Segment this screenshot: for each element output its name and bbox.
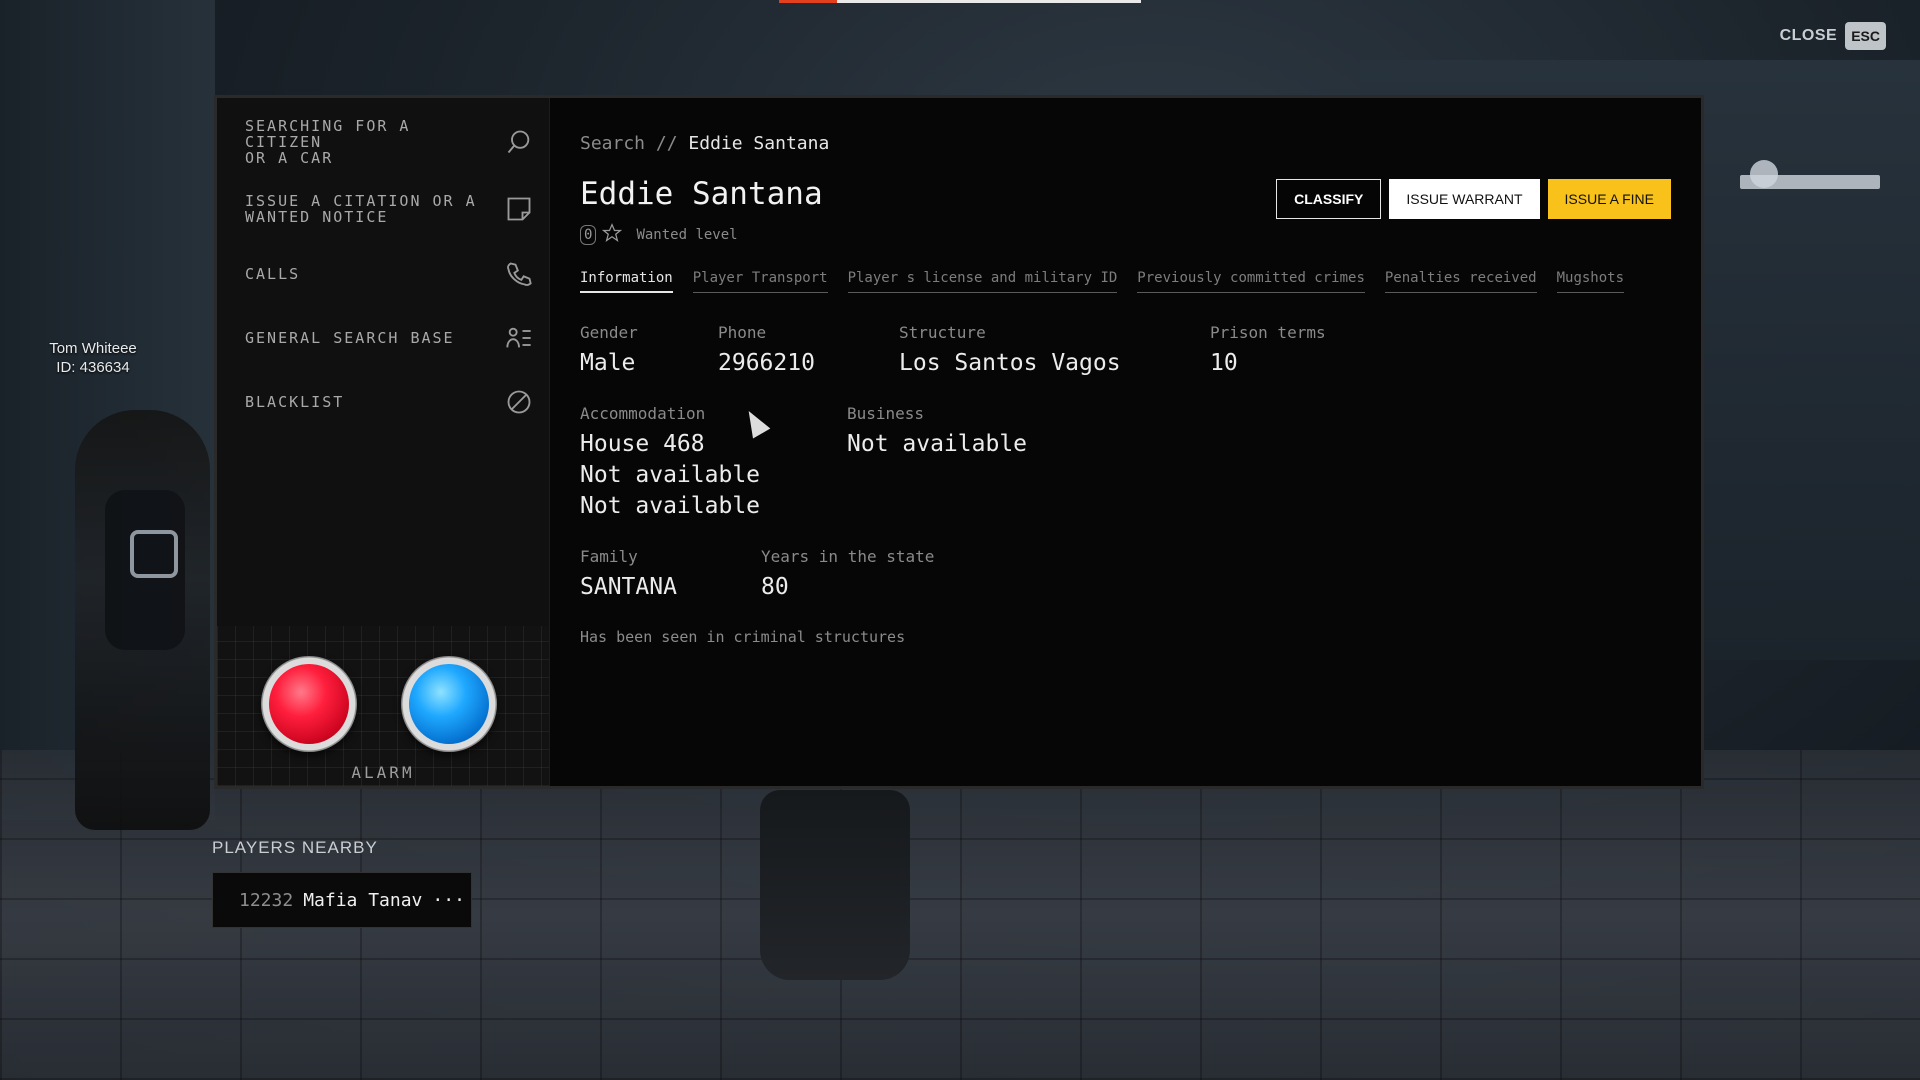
nearby-player-id: 12232 xyxy=(239,889,294,911)
field-value: House 468 xyxy=(580,431,705,457)
close-label[interactable]: CLOSE xyxy=(1780,27,1838,45)
block-icon xyxy=(503,386,535,418)
field-value: 80 xyxy=(761,574,789,600)
sidebar-item-search[interactable]: SEARCHING FOR A CITIZEN OR A CAR xyxy=(245,118,535,166)
sidebar-item-label: GENERAL SEARCH BASE xyxy=(245,329,455,347)
tab-mugshots[interactable]: Mugshots xyxy=(1556,270,1625,293)
star-icon xyxy=(602,223,623,247)
more-options-icon[interactable]: ··· xyxy=(432,890,465,911)
note-icon xyxy=(503,193,535,225)
breadcrumb-separator: // xyxy=(655,133,678,154)
background-light xyxy=(1750,160,1778,188)
field-value: Male xyxy=(580,350,636,376)
close-control[interactable]: CLOSE ESC xyxy=(1780,22,1886,50)
field-accommodation: Accommodation House 468 Not available No… xyxy=(580,404,760,522)
citizen-name: Eddie Santana xyxy=(580,176,823,212)
top-progress-fill xyxy=(779,0,837,3)
wanted-level-label: Wanted level xyxy=(636,227,738,243)
players-nearby-title: PLAYERS NEARBY xyxy=(212,838,378,857)
field-value: SANTANA xyxy=(580,574,677,600)
tab-license-military-id[interactable]: Player s license and military ID xyxy=(847,270,1118,293)
alarm-blue-button[interactable] xyxy=(401,656,497,752)
field-label: Years in the state xyxy=(761,547,935,566)
field-value: Not available xyxy=(847,431,1028,457)
field-label: Accommodation xyxy=(580,404,706,423)
field-value: Not available xyxy=(580,493,761,519)
sidebar-item-citation[interactable]: ISSUE A CITATION OR A WANTED NOTICE xyxy=(245,193,535,225)
sidebar-item-general-search[interactable]: GENERAL SEARCH BASE xyxy=(245,322,535,354)
alarm-panel: ALARM xyxy=(217,626,549,786)
action-buttons: CLASSIFY ISSUE WARRANT ISSUE A FINE xyxy=(1276,179,1671,219)
tab-player-transport[interactable]: Player Transport xyxy=(692,270,828,293)
esc-key-badge[interactable]: ESC xyxy=(1845,22,1886,50)
tab-penalties[interactable]: Penalties received xyxy=(1384,270,1537,293)
criminal-note: Has been seen in criminal structures xyxy=(580,628,906,646)
field-structure: Structure Los Santos Vagos xyxy=(899,323,1121,379)
breadcrumb-root[interactable]: Search xyxy=(580,133,645,154)
player-nametag: Tom Whiteee ID: 436634 xyxy=(40,339,146,377)
nearby-player-name: Mafia Tanav xyxy=(303,889,423,911)
classify-button[interactable]: CLASSIFY xyxy=(1276,179,1382,219)
player-character-legs xyxy=(760,790,910,980)
citizen-details: Search // Eddie Santana Eddie Santana 0 … xyxy=(550,98,1701,786)
alarm-red-button[interactable] xyxy=(261,656,357,752)
sidebar-item-label: ISSUE A CITATION OR A WANTED NOTICE xyxy=(245,192,477,226)
field-label: Family xyxy=(580,547,638,566)
field-label: Business xyxy=(847,404,925,423)
tab-previous-crimes[interactable]: Previously committed crimes xyxy=(1137,270,1365,293)
issue-fine-button[interactable]: ISSUE A FINE xyxy=(1547,179,1671,219)
field-family: Family SANTANA xyxy=(580,547,677,603)
details-tabs: Information Player Transport Player s li… xyxy=(580,270,1625,293)
field-gender: Gender Male xyxy=(580,323,638,379)
sidebar-item-label: BLACKLIST xyxy=(245,393,345,411)
player-character xyxy=(75,410,210,830)
field-label: Gender xyxy=(580,323,638,342)
field-years-in-state: Years in the state 80 xyxy=(761,547,934,603)
sidebar-item-label: CALLS xyxy=(245,265,301,283)
player-nametag-name: Tom Whiteee xyxy=(49,340,137,357)
field-phone: Phone 2966210 xyxy=(718,323,815,379)
sidebar-item-label: SEARCHING FOR A CITIZEN OR A CAR xyxy=(245,117,411,167)
sidebar-item-blacklist[interactable]: BLACKLIST xyxy=(245,386,535,418)
breadcrumb: Search // Eddie Santana xyxy=(580,133,829,154)
alarm-label: ALARM xyxy=(351,763,415,782)
wanted-level: 0 Wanted level xyxy=(580,223,738,247)
phone-icon xyxy=(503,258,535,290)
nearby-player-card[interactable]: 12232 Mafia Tanav ··· xyxy=(212,872,472,928)
sidebar-item-calls[interactable]: CALLS xyxy=(245,258,535,290)
player-nametag-id: ID: 436634 xyxy=(56,359,130,376)
field-value: Los Santos Vagos xyxy=(899,350,1121,376)
field-label: Phone xyxy=(718,323,767,342)
field-label: Structure xyxy=(899,323,986,342)
field-business: Business Not available xyxy=(847,404,1027,460)
field-value: 10 xyxy=(1210,350,1238,376)
field-label: Prison terms xyxy=(1210,323,1326,342)
police-database-panel: SEARCHING FOR A CITIZEN OR A CAR ISSUE A… xyxy=(214,95,1704,789)
field-prison-terms: Prison terms 10 xyxy=(1210,323,1326,379)
sidebar: SEARCHING FOR A CITIZEN OR A CAR ISSUE A… xyxy=(217,98,550,786)
issue-warrant-button[interactable]: ISSUE WARRANT xyxy=(1389,179,1540,219)
field-value: Not available xyxy=(580,462,761,488)
breadcrumb-current: Eddie Santana xyxy=(688,133,830,154)
search-icon xyxy=(503,126,535,158)
field-value: 2966210 xyxy=(718,350,815,376)
user-list-icon xyxy=(503,322,535,354)
tab-information[interactable]: Information xyxy=(580,270,673,293)
top-progress-bar xyxy=(779,0,1141,3)
wanted-level-count: 0 xyxy=(580,225,597,245)
